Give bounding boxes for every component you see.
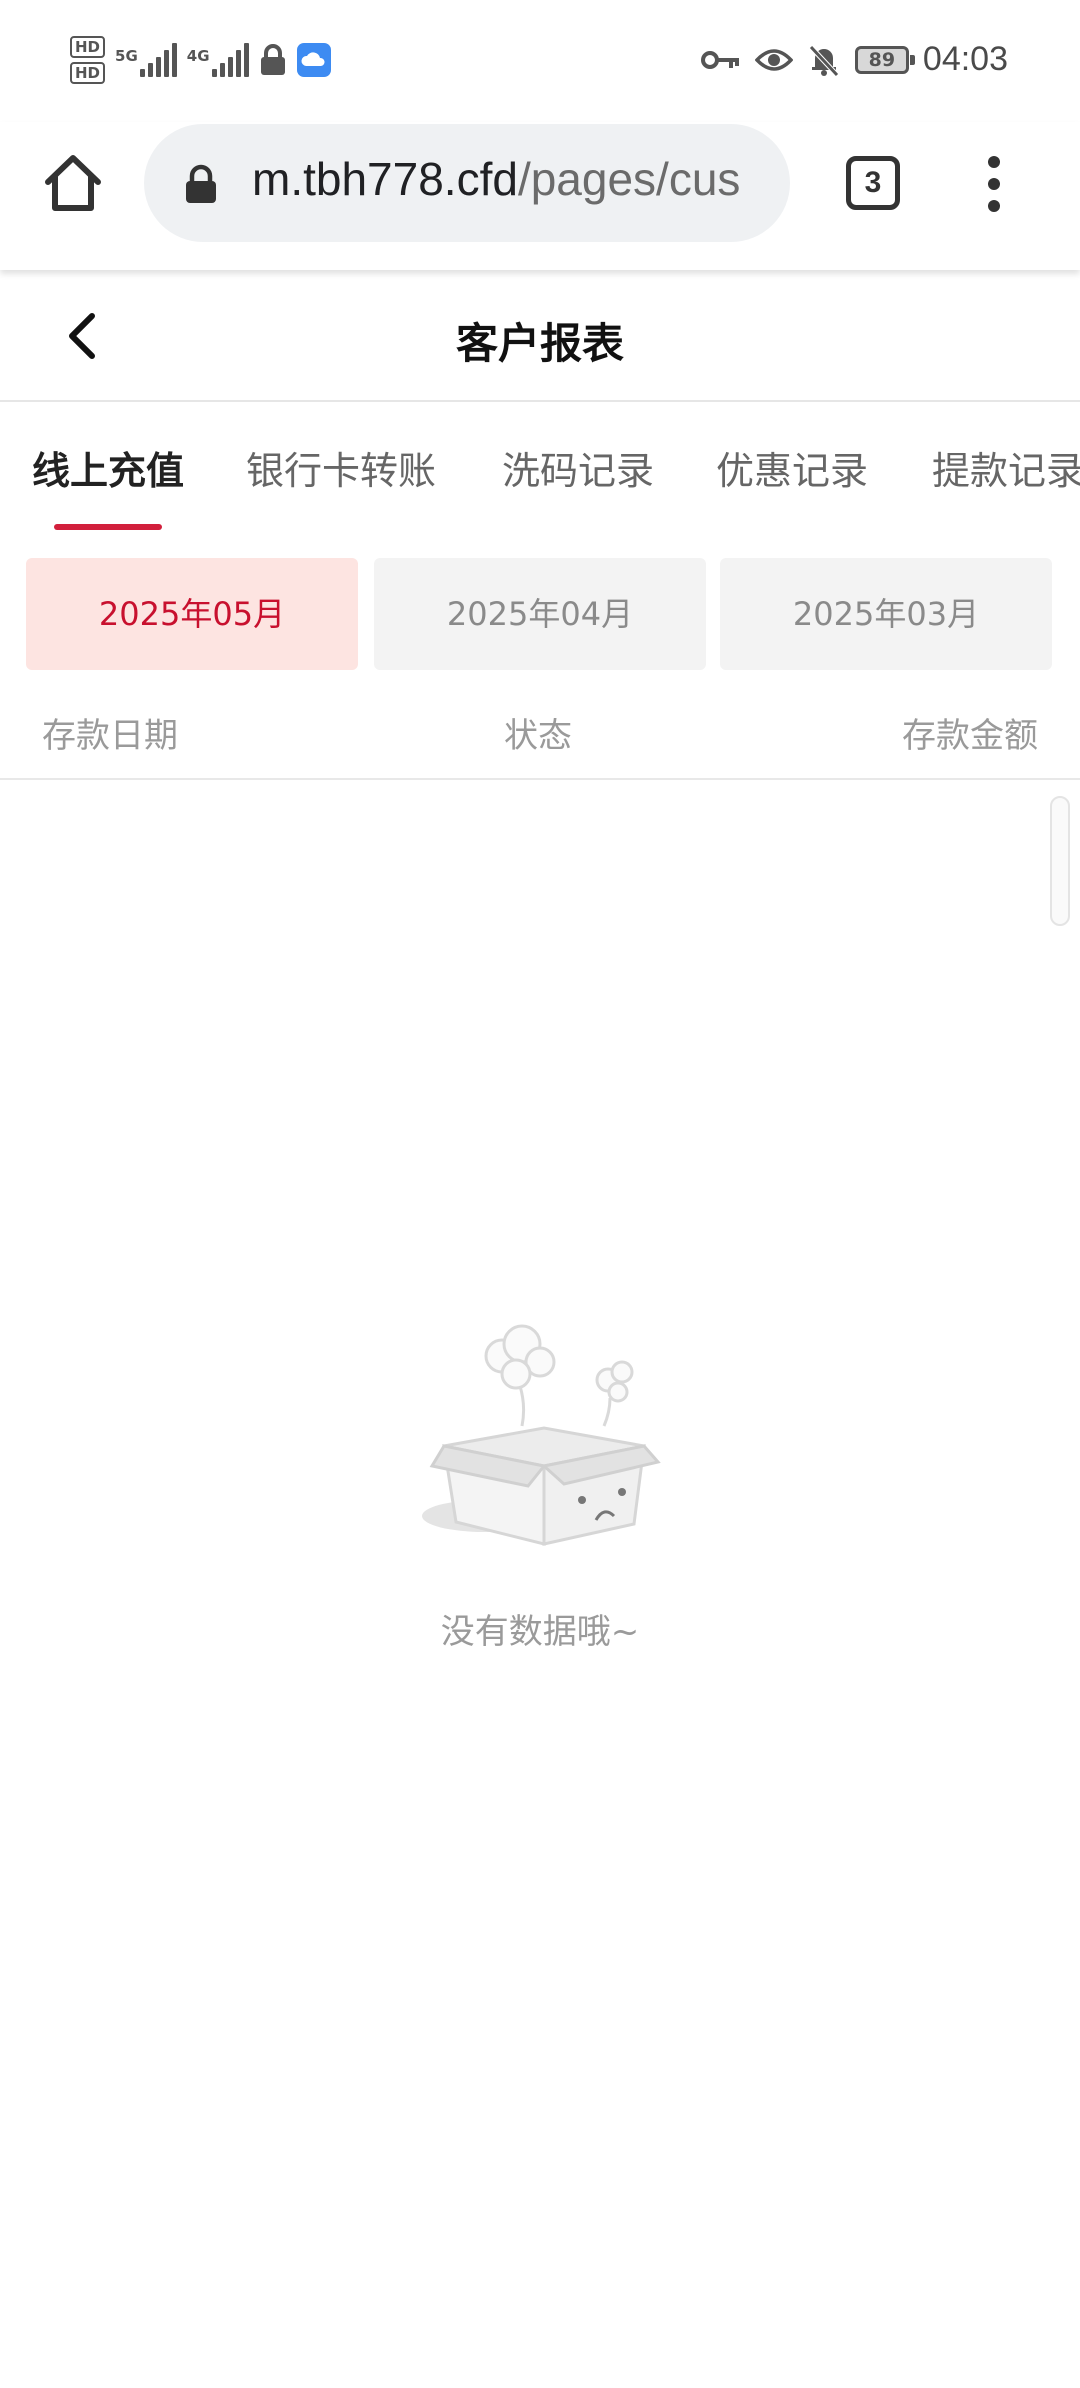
month-button-2025-03[interactable]: 2025年03月 xyxy=(720,558,1052,670)
network-type-label: 4G xyxy=(186,47,210,65)
tab-switcher-button[interactable]: 3 xyxy=(846,156,900,210)
report-tabs: 线上充值 银行卡转账 洗码记录 优惠记录 提款记录 xyxy=(0,404,1080,532)
column-header-status: 状态 xyxy=(504,716,572,756)
table-header: 存款日期 状态 存款金额 xyxy=(0,690,1080,780)
hd-indicators: HD HD xyxy=(70,36,106,84)
network-type-label: 5G xyxy=(115,47,138,65)
empty-box-icon xyxy=(422,1324,661,1546)
signal-5g: 5G xyxy=(115,43,177,77)
url-path: /pages/cus xyxy=(517,153,741,205)
active-tab-indicator xyxy=(54,524,162,530)
month-button-2025-05[interactable]: 2025年05月 xyxy=(26,558,358,670)
empty-state-message: 没有数据哦~ xyxy=(440,1612,640,1652)
signal-icon xyxy=(139,43,177,77)
lock-icon xyxy=(186,164,216,203)
more-menu-icon[interactable] xyxy=(982,156,1006,216)
tab-online-deposit[interactable]: 线上充值 xyxy=(32,440,184,495)
tab-bank-transfer[interactable]: 银行卡转账 xyxy=(246,440,436,495)
eye-icon xyxy=(754,48,793,71)
lock-status-icon xyxy=(260,44,285,75)
scrollbar-thumb[interactable] xyxy=(1050,796,1070,926)
tab-promotion-records[interactable]: 优惠记录 xyxy=(716,440,868,495)
address-bar[interactable]: m.tbh778.cfd/pages/cus xyxy=(144,124,790,242)
key-icon xyxy=(700,50,739,69)
column-header-amount: 存款金额 xyxy=(902,716,1038,756)
battery-indicator: 89 xyxy=(854,45,915,74)
status-left: HD HD 5G 4G xyxy=(70,36,331,84)
browser-toolbar: m.tbh778.cfd/pages/cus 3 xyxy=(0,122,1080,270)
page-header: 客户报表 xyxy=(0,270,1080,402)
signal-4g: 4G xyxy=(187,43,249,77)
tab-withdrawal-records[interactable]: 提款记录 xyxy=(932,440,1080,495)
status-bar: HD HD 5G 4G 89 04:03 xyxy=(0,0,1080,122)
status-right: 89 04:03 xyxy=(700,40,1008,79)
hd-indicator-1: HD xyxy=(70,36,106,58)
tab-rebate-records[interactable]: 洗码记录 xyxy=(502,440,654,495)
url-text[interactable]: m.tbh778.cfd/pages/cus xyxy=(252,152,772,206)
hd-indicator-2: HD xyxy=(70,62,106,84)
mute-bell-icon xyxy=(809,44,839,77)
column-header-date: 存款日期 xyxy=(42,716,178,756)
cloud-app-icon xyxy=(296,43,331,77)
signal-icon xyxy=(211,43,249,77)
page-title: 客户报表 xyxy=(455,319,624,368)
url-host: m.tbh778.cfd xyxy=(252,153,518,205)
home-icon[interactable] xyxy=(38,148,108,218)
month-selector: 2025年05月 2025年04月 2025年03月 xyxy=(26,558,1054,670)
month-button-2025-04[interactable]: 2025年04月 xyxy=(374,558,706,670)
clock: 04:03 xyxy=(922,40,1008,78)
